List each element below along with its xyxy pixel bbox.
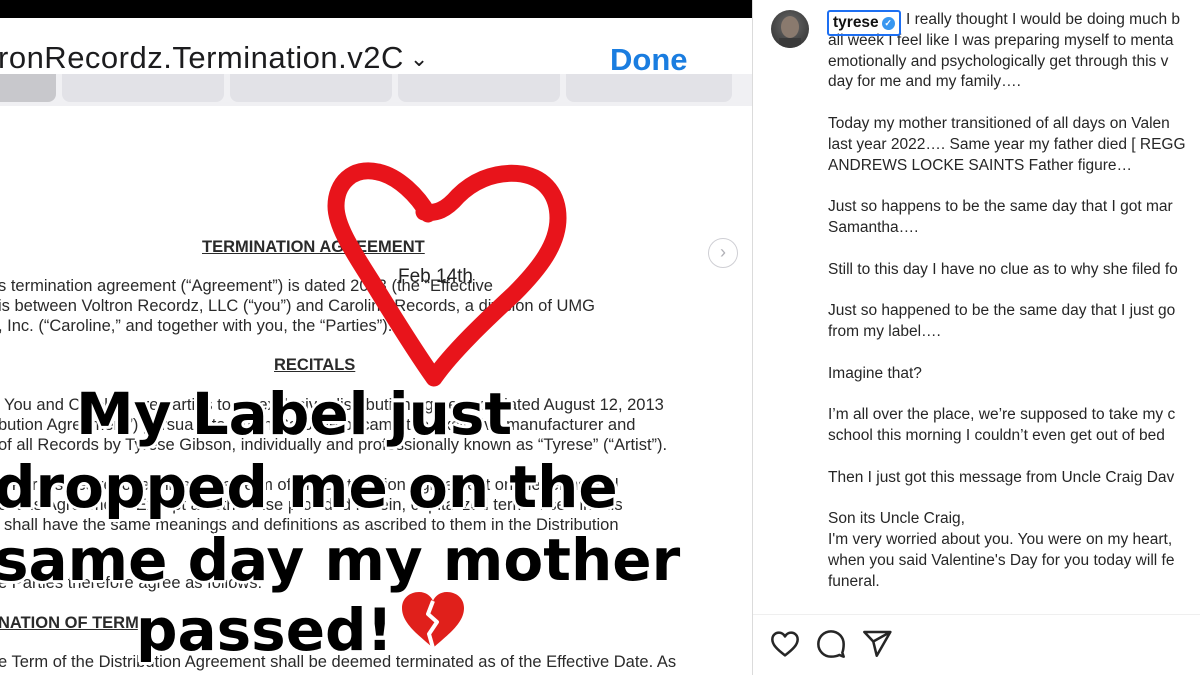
caption-text-line: emotionally and psychologically get thro… (828, 52, 1169, 70)
caption-text-line: Samantha…. (828, 218, 919, 236)
viewer-header: ronRecordz.Termination.v2C ⌄ Done (0, 18, 752, 77)
caption-text-line: Today my mother transitioned of all days… (828, 114, 1170, 132)
avatar[interactable] (771, 10, 809, 48)
caption-text-line: I’m all over the place, we’re supposed t… (828, 406, 1176, 424)
caption-text-line: Then I just got this message from Uncle … (828, 468, 1175, 486)
file-title-dropdown[interactable]: ronRecordz.Termination.v2C ⌄ (0, 40, 429, 76)
avatar-face-icon (779, 16, 801, 48)
doc-line: e Parties therefore agree as follows: (0, 574, 263, 592)
doc-line: is between Voltron Recordz, LLC (“you”) … (0, 297, 596, 315)
share-button[interactable] (861, 628, 893, 660)
doc-line: e Term of the Distribution Agreement sha… (0, 653, 677, 671)
doc-line: bution Agreement”) pursuant to which Car… (0, 416, 636, 434)
page-thumbnail[interactable] (566, 74, 732, 102)
doc-line: of this Agreement. Except as otherwise p… (0, 496, 623, 514)
caption-text-line (828, 384, 1200, 405)
next-page-button[interactable]: › (708, 238, 738, 268)
caption-text-line (828, 343, 1200, 364)
caption-text-line: Just so happens to be the same day that … (828, 198, 1173, 216)
caption-text-line (828, 488, 1200, 509)
doc-line: e Parties desire to terminate the Term o… (0, 476, 619, 494)
doc-line: shall have the same meanings and definit… (4, 516, 619, 534)
page-thumbnail-strip (0, 74, 752, 106)
caption-text-line: Imagine that? (828, 364, 922, 382)
caption-text-line (828, 447, 1200, 468)
username-link[interactable]: tyrese ✓ (827, 10, 901, 36)
caption-text-line: Just so happened to be the same day that… (828, 302, 1176, 320)
post-panel: I really thought I would be doing much b… (753, 0, 1200, 675)
chevron-right-icon: › (720, 242, 726, 262)
share-icon (863, 630, 892, 657)
caption-text-line: ANDREWS LOCKE SAINTS Father figure… (828, 156, 1133, 174)
done-button[interactable]: Done (610, 42, 688, 78)
recitals-heading: RECITALS (274, 356, 356, 374)
caption-text-line: I'm very worried about you. You were on … (828, 530, 1173, 548)
caption-text-line: school this morning I couldn’t even get … (828, 426, 1165, 444)
document-viewer: ronRecordz.Termination.v2C ⌄ Done TERMINA… (0, 0, 752, 675)
doc-line: of all Records by Tyrese Gibson, individ… (0, 436, 668, 454)
caption-text-line: Still to this day I have no clue as to w… (828, 260, 1178, 278)
page-thumbnail[interactable] (0, 74, 56, 102)
caption-text-line: when you said Valentine's Day for you to… (828, 551, 1175, 569)
doc-line: , Inc. (“Caroline,” and together with yo… (0, 317, 393, 335)
caption-text-line: funeral. (828, 572, 880, 590)
page-thumbnail[interactable] (62, 74, 224, 102)
caption-text-line: from my label…. (828, 322, 941, 340)
file-title: ronRecordz.Termination.v2C (0, 40, 404, 75)
document-page: TERMINATION AGREEMENT Feb 14th s termina… (0, 106, 752, 675)
page-thumbnail[interactable] (230, 74, 392, 102)
doc-line: You and Caroline are parties to an exclu… (4, 396, 664, 414)
like-button[interactable] (769, 628, 801, 660)
username: tyrese (833, 14, 879, 31)
post-caption: I really thought I would be doing much b… (828, 10, 1200, 592)
termination-of-term-heading: NATION OF TERM (0, 614, 139, 632)
caption-text-line (828, 93, 1200, 114)
verified-badge-icon: ✓ (881, 17, 895, 30)
caption-text-line (828, 176, 1200, 197)
caption-text-line: Son its Uncle Craig, (828, 510, 965, 528)
page-thumbnail[interactable] (398, 74, 560, 102)
heart-icon (771, 631, 799, 657)
caption-text-line: last year 2022…. Same year my father die… (828, 135, 1186, 153)
caption-text-line (828, 239, 1200, 260)
comment-button[interactable] (815, 628, 847, 660)
chevron-down-icon: ⌄ (409, 46, 429, 71)
caption-text-line: day for me and my family…. (828, 73, 1021, 91)
termination-heading: TERMINATION AGREEMENT (202, 238, 425, 256)
caption-text-line (828, 280, 1200, 301)
comment-icon (817, 630, 845, 658)
actions-divider (753, 614, 1200, 615)
status-bar (0, 0, 752, 18)
doc-line: s termination agreement (“Agreement”) is… (0, 277, 493, 295)
